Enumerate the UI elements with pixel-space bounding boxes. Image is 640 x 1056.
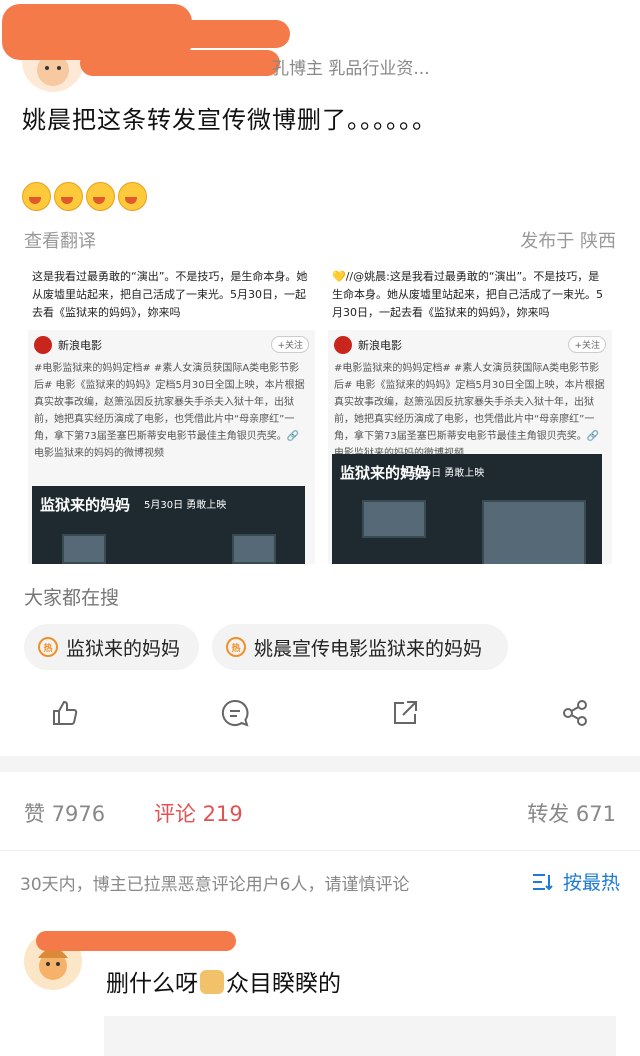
video-title: 监狱来的妈妈 [40,496,131,514]
hot-search-chip[interactable]: 热 监狱来的妈妈 [24,624,199,670]
comments-count-tab[interactable]: 评论 219 [154,798,243,828]
redaction-scribble [80,50,280,76]
account-name: 新浪电影 [58,339,102,352]
doge-emoji-icon [200,970,224,994]
translate-link[interactable]: 查看翻译 [24,227,96,253]
hot-badge-icon: 热 [38,637,58,657]
comment-text-part: 众目睽睽的 [226,971,341,997]
post-location: 发布于 陕西 [520,231,616,252]
video-date: 5月30日 勇敢上映 [144,500,227,511]
drooling-face-icon [22,182,51,211]
redaction-scribble [90,20,290,48]
forward-icon[interactable] [560,698,590,728]
sort-icon [532,873,553,890]
embedded-post-card: 新浪电影 +关注 #电影监狱来的妈妈定档# #素人女演员获国际A类电影节影后# … [28,330,315,564]
drooling-face-icon [118,182,147,211]
account-logo [334,336,352,354]
author-meta: 孔博主 乳品行业资... [272,59,430,79]
embedded-post-card: 新浪电影 +关注 #电影监狱来的妈妈定档# #素人女演员获国际A类电影节影后# … [328,330,612,564]
account-name: 新浪电影 [358,339,402,352]
comment-notice: 30天内，博主已拉黑恶意评论用户6人，请谨慎评论 [20,875,410,895]
drooling-face-icon [54,182,83,211]
chip-label: 姚晨宣传电影监狱来的妈妈 [254,637,483,660]
section-divider [0,756,640,772]
image-caption: 这是我看过最勇敢的“演出”。不是技巧，是生命本身。她从废墟里站起来，把自己活成了… [32,270,308,319]
likes-count-tab[interactable]: 赞 7976 [24,798,105,828]
video-scene [62,534,106,564]
embedded-post-text: #电影监狱来的妈妈定档# #素人女演员获国际A类电影节影后# 电影《监狱来的妈妈… [34,363,305,459]
drooling-face-icon [86,182,115,211]
video-date: 5月30日 勇敢上映 [402,468,485,479]
follow-button: +关注 [271,336,309,353]
comment-text: 删什么呀 众目睽睽的 [106,964,341,998]
video-thumbnail: 监狱来的妈妈 5月30日 勇敢上映 [32,486,305,564]
divider [0,850,640,851]
comment-icon[interactable] [220,698,250,728]
emoji-row [22,182,147,211]
hot-badge-icon: 热 [226,637,246,657]
comment-text-part: 删什么呀 [106,971,198,997]
follow-button: +关注 [568,336,606,353]
sort-label: 按最热 [562,872,620,894]
video-scene [362,500,426,538]
image-caption: 💛//@姚晨:这是我看过最勇敢的“演出”。不是技巧，是生命本身。她从废墟里站起来… [332,270,603,319]
attached-image-2[interactable]: 💛//@姚晨:这是我看过最勇敢的“演出”。不是技巧，是生命本身。她从废墟里站起来… [324,262,616,564]
sort-button[interactable]: 按最热 [531,868,620,895]
hot-search-chip[interactable]: 热 姚晨宣传电影监狱来的妈妈 [212,624,508,670]
embedded-post-text: #电影监狱来的妈妈定档# #素人女演员获国际A类电影节影后# 电影《监狱来的妈妈… [334,363,605,459]
reposts-count-tab[interactable]: 转发 671 [527,798,616,828]
video-thumbnail: 监狱来的妈妈 5月30日 勇敢上映 [332,454,602,564]
redaction-scribble [36,931,236,951]
post-text: 姚晨把这条转发宣传微博删了。。。。。。 [22,106,437,134]
video-scene [482,500,586,564]
account-logo [34,336,52,354]
like-icon[interactable] [50,698,80,728]
reply-preview[interactable] [104,1016,616,1056]
attached-image-1[interactable]: 这是我看过最勇敢的“演出”。不是技巧，是生命本身。她从废墟里站起来，把自己活成了… [24,262,319,564]
chip-label: 监狱来的妈妈 [66,637,181,660]
hot-search-title: 大家都在搜 [24,587,120,609]
video-scene [232,534,276,564]
share-icon[interactable] [390,698,420,728]
